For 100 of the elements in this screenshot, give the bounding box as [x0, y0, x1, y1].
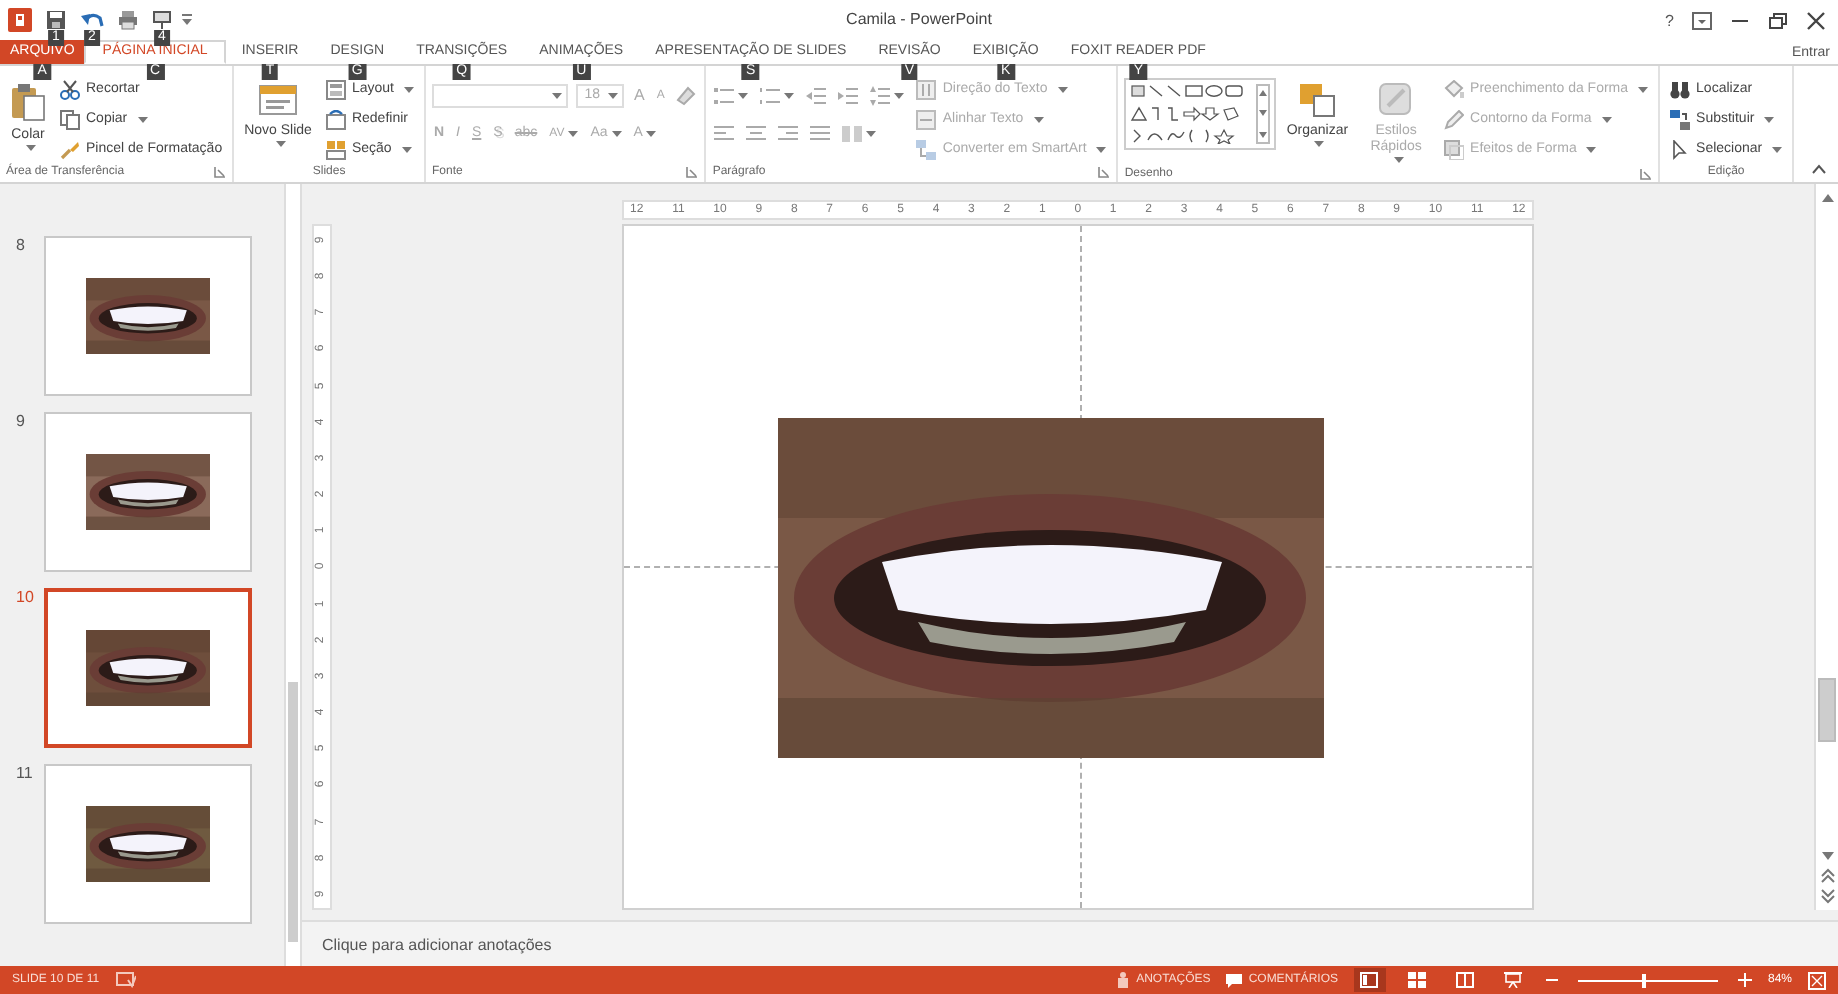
- slide-number: 9: [14, 412, 27, 430]
- caret-icon: [551, 91, 562, 99]
- dialog-launcher-icon: [1640, 168, 1653, 180]
- scrollbar[interactable]: [284, 184, 300, 966]
- caret-icon: [25, 144, 35, 152]
- slide-thumbnail[interactable]: [44, 236, 252, 396]
- caret-icon: [1314, 140, 1325, 148]
- increase-indent-icon: [838, 85, 859, 105]
- view-button[interactable]: [1353, 968, 1386, 992]
- caret-icon: [1772, 145, 1783, 153]
- slide-thumbnail[interactable]: [44, 412, 252, 572]
- numbered-list-icon: [760, 85, 781, 105]
- paintbrush-icon: [60, 139, 80, 159]
- toolbar-button[interactable]: [836, 82, 861, 108]
- line-spacing-icon: [870, 85, 891, 105]
- caret-icon: [568, 129, 579, 137]
- section-icon: [325, 139, 346, 159]
- decrease-indent-icon: [806, 85, 827, 105]
- font-name-field[interactable]: [431, 83, 568, 107]
- caret-icon: [275, 140, 286, 148]
- slide-reset-icon: [325, 109, 346, 129]
- help-button[interactable]: ?: [1665, 11, 1674, 29]
- caret-icon: [738, 91, 749, 99]
- powerpoint-logo-icon: [8, 8, 32, 32]
- dialog-launcher-icon: [214, 166, 227, 178]
- restore-icon: [1768, 11, 1788, 29]
- dialog-launcher-icon: [1098, 166, 1111, 178]
- overlapping-squares-icon: [1297, 82, 1338, 118]
- reading-view-icon: [1456, 972, 1475, 988]
- caret-icon: [401, 145, 412, 153]
- eraser-icon: [676, 85, 697, 105]
- copy-icon: [60, 109, 80, 129]
- slide-show-icon: [1504, 972, 1523, 988]
- columns-icon: [842, 123, 863, 143]
- bullet-list-icon: [714, 85, 735, 105]
- caret-icon: [137, 115, 148, 123]
- smartart-icon: [916, 139, 937, 159]
- printer-icon: [118, 10, 138, 30]
- scissors-icon: [60, 79, 80, 99]
- align-center-icon: [746, 123, 767, 143]
- toolbar-button[interactable]: [744, 120, 769, 146]
- replace-icon: [1670, 109, 1691, 129]
- caret-icon: [607, 91, 618, 99]
- caret-icon: [1096, 145, 1107, 153]
- toolbar-button[interactable]: [712, 120, 737, 146]
- align-right-icon: [778, 123, 799, 143]
- shape-effects-icon: [1444, 139, 1465, 159]
- slide-number: 11: [14, 764, 35, 782]
- scroll-thumb[interactable]: [1818, 677, 1836, 742]
- toolbar-button[interactable]: [712, 82, 751, 108]
- caret-icon: [1057, 85, 1068, 93]
- previous-slide-icon: [1819, 868, 1835, 884]
- caret-icon: [611, 129, 622, 137]
- pencil-icon: [1444, 109, 1465, 129]
- caret-icon: [403, 85, 414, 93]
- align-text-icon: [916, 109, 937, 129]
- toolbar-button[interactable]: [674, 82, 699, 108]
- slide-thumbnail[interactable]: [44, 588, 252, 748]
- undo-icon: [80, 10, 104, 30]
- collapse-ribbon-icon: [1812, 164, 1826, 174]
- scrollbar[interactable]: [1814, 184, 1838, 910]
- notes-placeholder[interactable]: Clique para adicionar anotações: [322, 935, 552, 953]
- language-check-icon: [115, 972, 136, 988]
- caret-icon: [1638, 85, 1649, 93]
- clipboard-icon: [10, 82, 46, 122]
- window-title: Camila - PowerPoint: [846, 10, 992, 28]
- slide-number: 10: [14, 588, 36, 606]
- gallery-scroll-icon: [1256, 84, 1271, 144]
- slide-canvas[interactable]: [622, 224, 1534, 910]
- ribbon-display-icon: [1692, 11, 1712, 29]
- toolbar-button[interactable]: [868, 82, 907, 108]
- toolbar-button[interactable]: [776, 120, 801, 146]
- caret-icon: [784, 91, 795, 99]
- caret-icon: [1586, 145, 1597, 153]
- scroll-up-icon: [1819, 190, 1835, 206]
- dialog-launcher-icon: [686, 166, 699, 178]
- toolbar-button[interactable]: [758, 82, 797, 108]
- close-icon: [1806, 11, 1826, 29]
- slider-thumb[interactable]: [1641, 973, 1646, 987]
- caret-icon: [1764, 115, 1775, 123]
- toolbar-button[interactable]: [804, 82, 829, 108]
- caret-icon: [646, 129, 657, 137]
- slide-sorter-icon: [1408, 972, 1427, 988]
- zoom-in-icon: [1737, 972, 1752, 988]
- text-direction-icon: [916, 79, 937, 99]
- toolbar-button[interactable]: [808, 120, 833, 146]
- caret-icon: [894, 91, 905, 99]
- fit-to-window-icon: [1808, 971, 1826, 989]
- normal-view-icon: [1360, 972, 1379, 988]
- caret-icon: [866, 129, 877, 137]
- slide-number: 8: [14, 236, 27, 254]
- justify-icon: [810, 123, 831, 143]
- slide-thumbnail[interactable]: [44, 764, 252, 924]
- customize-caret-icon: [182, 14, 192, 26]
- toolbar-button[interactable]: [840, 120, 879, 146]
- shapes-gallery[interactable]: [1124, 78, 1277, 150]
- slide-icon: [258, 82, 299, 118]
- layout-icon: [325, 79, 346, 99]
- comment-icon: [1226, 973, 1243, 987]
- scroll-thumb[interactable]: [288, 682, 298, 942]
